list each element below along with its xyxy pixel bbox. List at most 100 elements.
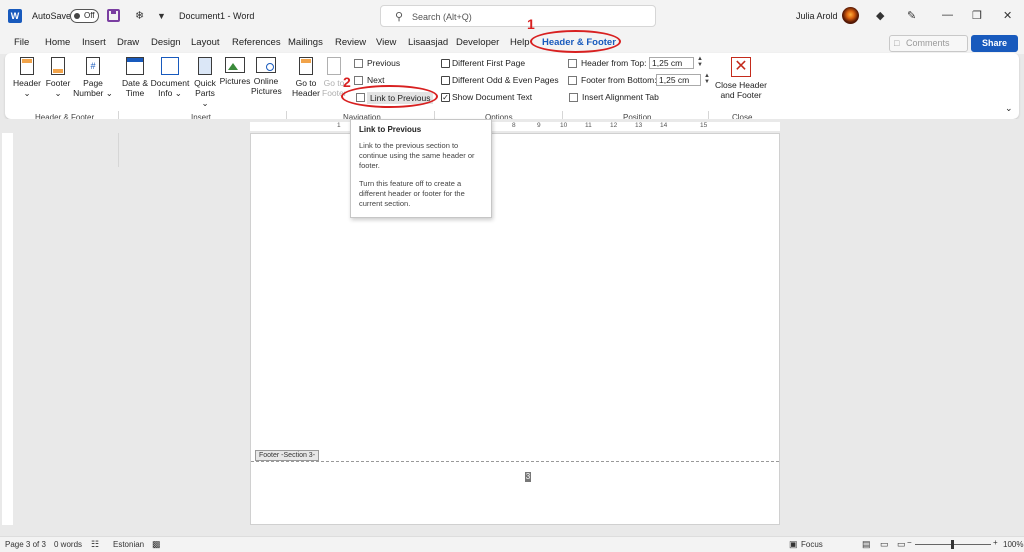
web-layout-icon[interactable]: ▭ xyxy=(897,539,906,550)
tab-developer[interactable]: Developer xyxy=(456,37,499,48)
comment-icon: □ xyxy=(894,38,900,48)
vertical-ruler[interactable] xyxy=(2,133,13,525)
page-number-field[interactable]: 3 xyxy=(525,472,531,482)
word-count[interactable]: 0 words xyxy=(54,540,82,549)
online-pictures-button[interactable]: Online Pictures xyxy=(251,57,282,96)
next-button[interactable]: Next xyxy=(354,75,384,85)
quick-parts-button[interactable]: Quick Parts ⌄ xyxy=(191,57,219,108)
date-time-label-1: Date & xyxy=(122,78,148,88)
minimize-icon[interactable]: — xyxy=(942,9,953,21)
dropdown-caret-icon: ⌄ xyxy=(54,88,62,98)
toggle-knob xyxy=(74,13,80,19)
save-icon[interactable] xyxy=(107,9,120,22)
different-odd-even-checkbox[interactable]: Different Odd & Even Pages xyxy=(441,75,559,85)
share-button[interactable]: Share xyxy=(971,35,1018,52)
annotation-ellipse-tab xyxy=(530,30,621,53)
header-icon xyxy=(20,57,34,75)
language[interactable]: Estonian xyxy=(113,540,144,549)
tab-design[interactable]: Design xyxy=(151,37,181,48)
focus-label[interactable]: Focus xyxy=(801,540,823,549)
different-first-page-checkbox[interactable]: Different First Page xyxy=(441,58,525,68)
footer-button[interactable]: Footer ⌄ xyxy=(43,57,73,98)
annotation-ellipse-link xyxy=(341,85,438,108)
page-number-button[interactable]: # Page Number ⌄ xyxy=(73,57,113,98)
premium-diamond-icon[interactable]: ◆ xyxy=(876,9,884,22)
document-info-button[interactable]: Document Info ⌄ xyxy=(150,57,190,98)
focus-icon[interactable]: ▣ xyxy=(789,539,798,550)
header-from-top-label: Header from Top: xyxy=(568,58,647,68)
insert-alignment-tab-button[interactable]: Insert Alignment Tab xyxy=(569,92,659,102)
read-mode-icon[interactable]: ▤ xyxy=(862,539,871,550)
accessibility-icon[interactable]: ▩ xyxy=(152,539,161,550)
tab-layout[interactable]: Layout xyxy=(191,37,220,48)
spinner-arrows-icon[interactable]: ▲ ▼ xyxy=(704,73,710,85)
tab-review[interactable]: Review xyxy=(335,37,366,48)
close-header-footer-button[interactable]: ✕ Close Header and Footer xyxy=(713,57,769,100)
pictures-icon xyxy=(225,57,245,73)
header-button[interactable]: Header ⌄ xyxy=(11,57,43,98)
zoom-slider-thumb[interactable] xyxy=(951,540,954,549)
touch-mode-icon[interactable]: ❄ xyxy=(135,9,144,22)
footer-label: Footer xyxy=(45,78,71,88)
tab-insert[interactable]: Insert xyxy=(82,37,106,48)
previous-button[interactable]: Previous xyxy=(354,58,400,68)
ribbon: Header ⌄ Footer ⌄ # Page Number ⌄ Header & … xyxy=(5,53,1019,167)
document-page[interactable]: Footer -Section 3- 3 xyxy=(250,133,780,525)
tab-mailings[interactable]: Mailings xyxy=(288,37,323,48)
zoom-out-icon[interactable]: − xyxy=(907,538,912,547)
go-to-header-button[interactable]: Go to Header xyxy=(290,57,322,98)
header-from-top-input[interactable]: 1,25 cm ▲ ▼ xyxy=(649,56,703,69)
close-icon[interactable]: ✕ xyxy=(1003,9,1012,22)
different-odd-even-label: Different Odd & Even Pages xyxy=(452,75,559,85)
customize-qat-icon[interactable]: ▼ xyxy=(157,11,166,21)
search-icon: ⚲ xyxy=(395,11,404,23)
tab-help[interactable]: Help xyxy=(510,37,530,48)
share-label: Share xyxy=(981,38,1007,48)
footer-boundary xyxy=(251,461,779,462)
dropdown-caret-icon: ⌄ xyxy=(172,88,182,98)
dropdown-caret-icon: ⌄ xyxy=(201,98,209,108)
close-x-icon: ✕ xyxy=(731,57,751,77)
user-name[interactable]: Julia Arold xyxy=(796,11,838,21)
checkmark-icon: ✓ xyxy=(441,93,450,102)
ruler-number: 11 xyxy=(585,122,592,129)
tab-file[interactable]: File xyxy=(14,37,29,48)
previous-icon xyxy=(354,59,363,68)
print-layout-icon[interactable]: ▭ xyxy=(880,539,889,550)
annotation-number: 1 xyxy=(527,16,535,32)
tab-home[interactable]: Home xyxy=(45,37,70,48)
date-time-button[interactable]: Date & Time xyxy=(120,57,150,98)
comments-button[interactable]: □ Comments xyxy=(889,35,968,52)
search-placeholder: Search (Alt+Q) xyxy=(412,12,472,22)
proofing-icon[interactable]: ☷ xyxy=(91,539,99,550)
online-pictures-icon xyxy=(256,57,276,73)
collapse-ribbon-icon[interactable]: ⌄ xyxy=(1005,103,1013,114)
pictures-button[interactable]: Pictures xyxy=(219,57,251,86)
spinner-arrows-icon[interactable]: ▲ ▼ xyxy=(697,56,703,68)
autosave-toggle[interactable]: Off xyxy=(70,9,99,23)
tab-view[interactable]: View xyxy=(376,37,396,48)
show-document-text-checkbox[interactable]: ✓ Show Document Text xyxy=(441,92,532,102)
footer-from-bottom-input[interactable]: 1,25 cm ▲ ▼ xyxy=(656,73,710,86)
footer-icon xyxy=(51,57,65,75)
tab-lisaasjad[interactable]: Lisaasjad xyxy=(408,37,448,48)
calendar-icon xyxy=(126,57,144,75)
zoom-level[interactable]: 100% xyxy=(1003,540,1023,549)
tab-draw[interactable]: Draw xyxy=(117,37,139,48)
avatar[interactable] xyxy=(842,7,859,24)
checkbox-box xyxy=(441,59,450,68)
search-box[interactable]: ⚲ Search (Alt+Q) xyxy=(380,5,656,27)
pen-icon[interactable]: ✎ xyxy=(907,9,916,22)
page-count[interactable]: Page 3 of 3 xyxy=(5,540,46,549)
zoom-in-icon[interactable]: + xyxy=(993,538,998,547)
ruler-number: 14 xyxy=(660,122,668,129)
footer-section-tag: Footer -Section 3- xyxy=(255,450,320,461)
tab-references[interactable]: References xyxy=(232,37,281,48)
autosave-label: AutoSave xyxy=(32,11,72,21)
maximize-icon[interactable]: ❐ xyxy=(972,9,982,22)
go-to-header-label-2: Header xyxy=(292,88,320,98)
link-to-previous-tooltip: Link to Previous Link to the previous se… xyxy=(350,119,492,218)
horizontal-ruler[interactable]: 1 2 3 4 5 6 7 8 9 10 11 12 13 14 15 xyxy=(0,119,1024,133)
ruler-number: 10 xyxy=(560,122,568,129)
header-position-icon xyxy=(568,59,577,68)
